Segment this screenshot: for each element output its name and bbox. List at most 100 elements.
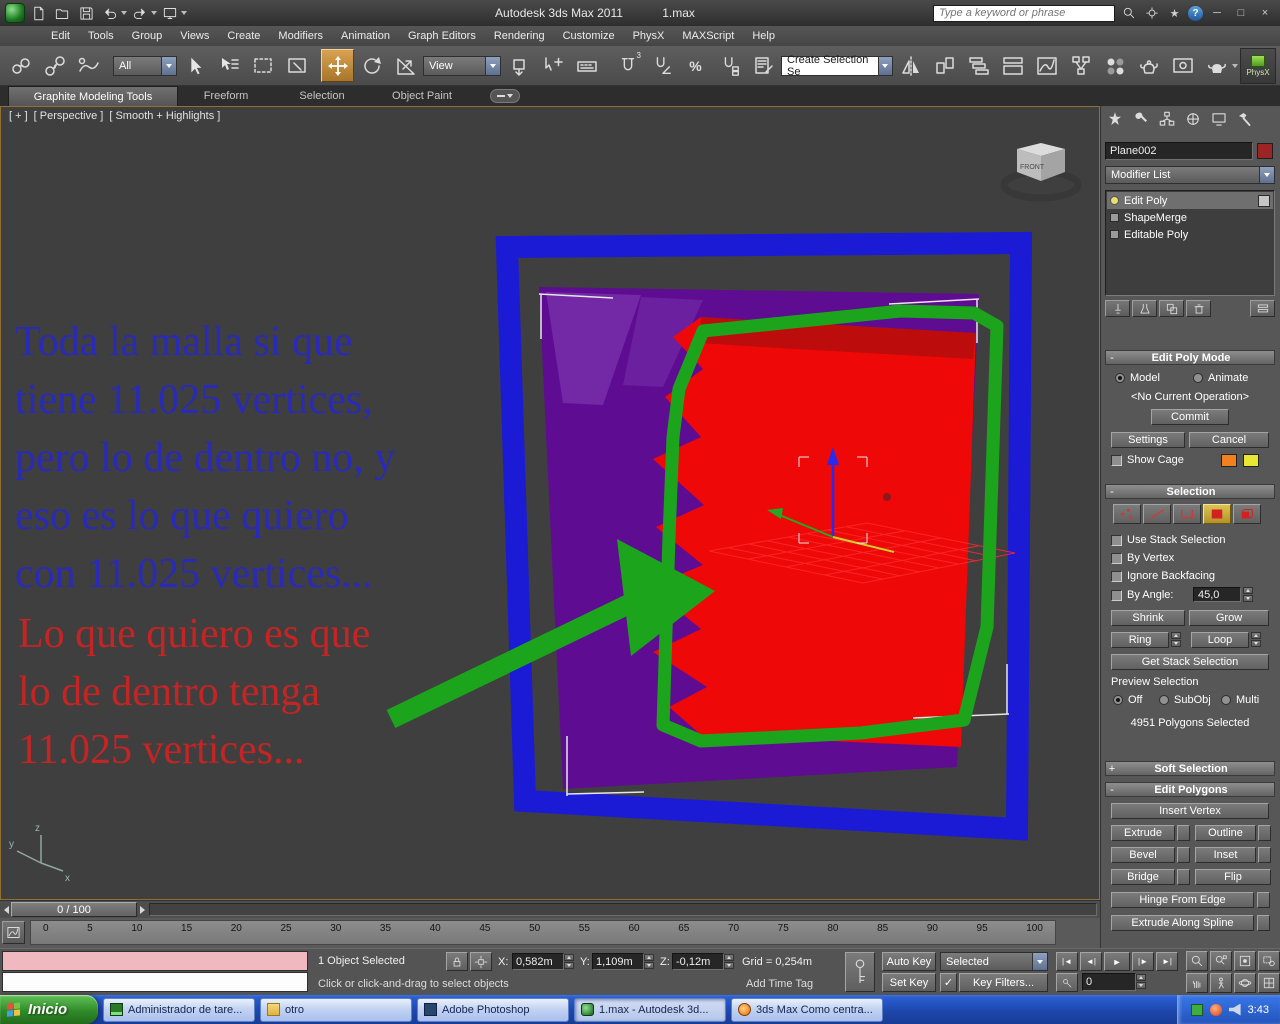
select-by-name-button[interactable] <box>212 49 245 82</box>
radio-animate[interactable]: Animate <box>1193 372 1248 384</box>
mirror-button[interactable] <box>894 49 927 82</box>
menu-item[interactable]: PhysX <box>624 26 674 46</box>
z-coordinate-field[interactable]: -0,12m <box>672 953 724 970</box>
tray-icon-update[interactable] <box>1209 1003 1222 1016</box>
radio-icon[interactable] <box>1193 373 1203 383</box>
polygon-mode-button[interactable] <box>1203 504 1231 524</box>
select-and-manipulate-button[interactable] <box>536 49 569 82</box>
menu-item[interactable]: Tools <box>79 26 123 46</box>
get-stack-selection-button[interactable]: Get Stack Selection <box>1111 654 1269 670</box>
insert-vertex-button[interactable]: Insert Vertex <box>1111 803 1269 819</box>
next-frame-arrow[interactable] <box>137 902 147 918</box>
redo-button[interactable] <box>129 3 151 23</box>
configure-modifier-sets-button[interactable] <box>1250 300 1275 317</box>
ribbon-minimize-button[interactable] <box>490 89 520 103</box>
y-spinner[interactable] <box>644 954 654 969</box>
border-mode-button[interactable] <box>1173 504 1201 524</box>
menu-item[interactable]: Views <box>171 26 218 46</box>
keyboard-override-button[interactable] <box>570 49 603 82</box>
menu-item[interactable]: Group <box>123 26 172 46</box>
communication-center-button[interactable] <box>1142 4 1161 22</box>
auto-key-button[interactable]: Auto Key <box>882 952 936 971</box>
pan-button[interactable] <box>1186 973 1208 993</box>
next-frame-button[interactable]: |► <box>1132 952 1154 971</box>
extrude-spline-settings-button[interactable] <box>1257 915 1270 931</box>
tab-freeform[interactable]: Freeform <box>178 86 274 106</box>
search-input[interactable] <box>933 4 1115 22</box>
edit-named-selections-button[interactable] <box>747 49 780 82</box>
preview-off-radio[interactable]: Off <box>1113 694 1142 706</box>
time-slider-track[interactable] <box>149 903 1097 916</box>
snaps-toggle-button[interactable]: 3 <box>611 49 644 82</box>
tab-object-paint[interactable]: Object Paint <box>370 86 474 106</box>
viewport-shading-menu[interactable]: [ Smooth + Highlights ] <box>109 110 220 122</box>
chevron-down-icon[interactable] <box>161 56 176 75</box>
bevel-button[interactable]: Bevel <box>1111 847 1175 863</box>
loop-spinner[interactable] <box>1251 632 1261 647</box>
outline-settings-button[interactable] <box>1258 825 1271 841</box>
element-mode-button[interactable] <box>1233 504 1261 524</box>
maxscript-listener-white[interactable] <box>2 972 308 992</box>
show-cage-checkbox[interactable]: Show Cage <box>1111 454 1184 466</box>
frame-spinner[interactable] <box>1136 974 1146 989</box>
menu-item[interactable]: MAXScript <box>673 26 743 46</box>
percent-snap-button[interactable]: % <box>679 49 712 82</box>
rollout-selection[interactable]: - Selection <box>1105 484 1275 499</box>
extrude-settings-button[interactable] <box>1177 825 1190 841</box>
previous-frame-button[interactable]: ◄| <box>1080 952 1102 971</box>
selection-filter-combo[interactable]: All <box>113 55 177 76</box>
vertex-mode-button[interactable] <box>1113 504 1141 524</box>
by-angle-field[interactable]: 45,0 <box>1193 587 1241 602</box>
selection-lock-button[interactable] <box>446 952 468 971</box>
undo-caret-icon[interactable] <box>121 11 127 15</box>
preview-multi-radio[interactable]: Multi <box>1221 694 1259 706</box>
stack-row-toggle[interactable] <box>1258 194 1270 207</box>
use-pivot-center-button[interactable] <box>502 49 535 82</box>
viewport-pov-menu[interactable]: [ Perspective ] <box>34 110 104 122</box>
pin-stack-button[interactable] <box>1105 300 1130 317</box>
settings-button[interactable]: Settings <box>1111 432 1185 448</box>
save-file-button[interactable] <box>75 3 97 23</box>
reference-coordinate-combo[interactable]: View <box>423 55 501 76</box>
help-button[interactable]: ? <box>1188 5 1203 21</box>
tab-modify[interactable] <box>1130 109 1152 129</box>
y-coordinate-field[interactable]: 1,109m <box>592 953 644 970</box>
collapse-icon[interactable]: - <box>1106 352 1118 364</box>
taskbar-clock[interactable]: 3:43 <box>1248 1004 1269 1016</box>
tab-motion[interactable] <box>1182 109 1204 129</box>
taskbar-item-otro-folder[interactable]: otro <box>260 997 412 1022</box>
ring-spinner[interactable] <box>1171 632 1181 647</box>
undo-button[interactable] <box>99 3 121 23</box>
viewport-general-menu[interactable]: [ + ] <box>9 110 28 122</box>
by-angle-spinner[interactable] <box>1243 587 1253 602</box>
object-color-swatch[interactable] <box>1257 143 1273 159</box>
viewcube-front-label[interactable]: FRONT <box>1020 164 1045 171</box>
rendered-frame-button[interactable] <box>1166 49 1199 82</box>
chevron-down-icon[interactable] <box>877 56 892 75</box>
collapse-icon[interactable]: - <box>1106 784 1118 796</box>
taskbar-item-task-manager[interactable]: Administrador de tare... <box>103 997 255 1022</box>
select-and-move-button[interactable] <box>321 49 354 82</box>
align-button[interactable] <box>928 49 961 82</box>
workspace-button[interactable] <box>159 3 181 23</box>
bind-to-spacewarp-button[interactable] <box>72 49 105 82</box>
z-spinner[interactable] <box>724 954 734 969</box>
layer-manager-button[interactable] <box>962 49 995 82</box>
tab-selection[interactable]: Selection <box>274 86 370 106</box>
spinner-snap-button[interactable] <box>713 49 746 82</box>
time-slider-handle[interactable]: 0 / 100 <box>11 902 137 917</box>
viewcube[interactable]: FRONT <box>1000 143 1082 202</box>
unlink-selection-button[interactable] <box>38 49 71 82</box>
checkbox-icon[interactable] <box>1111 552 1122 564</box>
ignore-backfacing-checkbox[interactable]: Ignore Backfacing <box>1111 570 1215 582</box>
modifier-stack[interactable]: Edit Poly ShapeMerge Editable Poly <box>1105 190 1275 296</box>
open-file-button[interactable] <box>51 3 73 23</box>
radio-model[interactable]: Model <box>1115 372 1160 384</box>
tray-icon-green[interactable] <box>1190 1003 1203 1016</box>
use-stack-selection-checkbox[interactable]: Use Stack Selection <box>1111 534 1225 546</box>
checkbox-icon[interactable] <box>1111 454 1122 466</box>
tab-hierarchy[interactable] <box>1156 109 1178 129</box>
menu-item[interactable]: Customize <box>554 26 624 46</box>
bridge-settings-button[interactable] <box>1177 869 1190 885</box>
checkbox-icon[interactable] <box>1111 534 1122 546</box>
